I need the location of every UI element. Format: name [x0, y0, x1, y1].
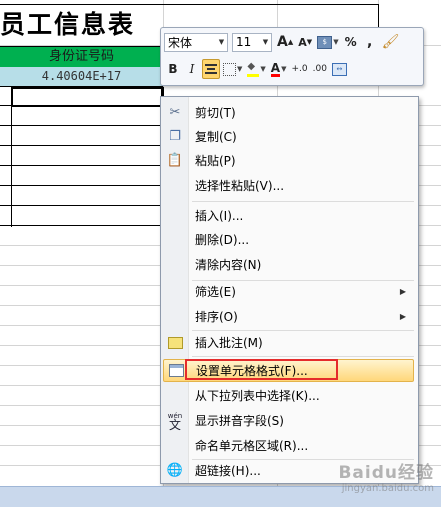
percent-icon: % [344, 35, 357, 49]
grow-font-icon: A [277, 34, 288, 50]
menu-item-insert-comment[interactable]: 插入批注(M) [163, 331, 414, 354]
menu-item-paste[interactable]: 📋 粘贴(P) [163, 149, 414, 172]
font-size-combo[interactable]: 11 ▼ [232, 32, 272, 52]
table-border [0, 225, 163, 226]
grow-font-button[interactable]: A ▲ [275, 32, 295, 52]
bold-button[interactable]: B [164, 59, 182, 79]
menu-item-label: 删除(D)... [195, 233, 250, 247]
percent-button[interactable]: % [342, 32, 360, 52]
paste-icon: 📋 [166, 153, 184, 168]
menu-item-insert[interactable]: 插入(I)... [163, 204, 414, 227]
fill-color-icon: ◆ [247, 61, 260, 77]
title-border [378, 4, 379, 28]
phonetic-icon: wén 文 [167, 411, 183, 432]
menu-item-label: 选择性粘贴(V)... [195, 179, 285, 193]
selected-cell[interactable] [11, 87, 163, 107]
copy-icon: ❐ [169, 129, 181, 144]
chevron-down-icon: ▼ [262, 38, 269, 46]
table-border [0, 145, 163, 146]
align-center-icon [205, 62, 217, 76]
menu-item-define-name[interactable]: 命名单元格区域(R)... [163, 434, 414, 457]
font-name-value: 宋体 [168, 35, 193, 50]
menu-item-delete[interactable]: 删除(D)... [163, 228, 414, 251]
submenu-arrow-icon: ▶ [399, 312, 406, 321]
menu-item-filter[interactable]: 筛选(E) ▶ [163, 280, 414, 303]
table-border [0, 165, 163, 166]
table-border [0, 125, 163, 126]
merge-center-icon: ↔ [331, 62, 347, 76]
menu-item-pick-from-list[interactable]: 从下拉列表中选择(K)... [163, 384, 414, 407]
menu-item-clear-contents[interactable]: 清除内容(N) [163, 253, 414, 276]
sheet-title[interactable]: 员工信息表 [0, 5, 160, 39]
menu-item-label: 粘贴(P) [195, 154, 236, 168]
shrink-font-button[interactable]: A ▼ [296, 32, 314, 52]
font-name-combo[interactable]: 宋体 ▼ [164, 32, 228, 52]
highlight-annotation-box [185, 359, 338, 380]
context-menu: ✂ 剪切(T) ❐ 复制(C) 📋 粘贴(P) 选择性粘贴(V)... 插入(I… [160, 96, 419, 484]
mini-toolbar: 宋体 ▼ 11 ▼ A ▲ A ▼ $ ▼ % , 🖌 B I ▼ ◆ ▼ A … [160, 27, 424, 86]
menu-item-label: 清除内容(N) [195, 258, 262, 272]
center-align-button[interactable] [202, 59, 220, 79]
id-number-value[interactable]: 4.40604E+17 [0, 67, 163, 87]
borders-icon [223, 62, 236, 76]
menu-item-label: 从下拉列表中选择(K)... [195, 389, 320, 403]
accounting-format-button[interactable]: $ ▼ [315, 32, 340, 52]
menu-item-label: 剪切(T) [195, 106, 236, 120]
comma-button[interactable]: , [361, 32, 379, 52]
menu-item-sort[interactable]: 排序(O) ▶ [163, 305, 414, 328]
comment-icon [163, 331, 187, 354]
decrease-decimal-button[interactable]: .00 [311, 59, 329, 79]
menu-separator [192, 356, 414, 357]
currency-icon: $ [317, 35, 333, 49]
font-color-icon: A [270, 60, 281, 77]
font-size-value: 11 [236, 35, 252, 49]
menu-item-label: 筛选(E) [195, 285, 236, 299]
menu-item-label: 显示拼音字段(S) [195, 414, 284, 428]
hyperlink-icon: 🌐 [166, 463, 184, 478]
italic-icon: I [189, 62, 195, 76]
borders-button[interactable]: ▼ [221, 59, 244, 79]
increase-decimal-icon: +.0 [291, 64, 308, 74]
menu-item-label: 命名单元格区域(R)... [195, 439, 309, 453]
italic-button[interactable]: I [183, 59, 201, 79]
menu-item-phonetic[interactable]: wén 文 显示拼音字段(S) [163, 409, 414, 432]
table-border [0, 185, 163, 186]
id-number-header[interactable]: 身份证号码 [0, 46, 163, 68]
watermark-url: jingyan.baidu.com [341, 483, 434, 494]
decrease-decimal-icon: .00 [312, 64, 327, 74]
format-painter-button[interactable]: 🖌 [380, 32, 402, 52]
menu-separator [192, 201, 414, 202]
menu-item-label: 插入批注(M) [195, 336, 263, 350]
scissors-icon: ✂ [169, 105, 181, 120]
menu-item-cut[interactable]: ✂ 剪切(T) [163, 101, 414, 124]
submenu-arrow-icon: ▶ [399, 287, 406, 296]
chevron-down-icon: ▼ [218, 38, 225, 46]
bold-icon: B [168, 62, 178, 76]
menu-item-label: 插入(I)... [195, 209, 244, 223]
font-color-button[interactable]: A ▼ [269, 59, 289, 79]
shrink-font-icon: A [298, 35, 307, 49]
format-painter-icon: 🖌 [381, 34, 400, 50]
menu-item-label: 超链接(H)... [195, 464, 261, 478]
menu-item-copy[interactable]: ❐ 复制(C) [163, 125, 414, 148]
watermark: Baidu经验 jingyan.baidu.com [314, 458, 434, 498]
table-border [0, 205, 163, 206]
menu-item-label: 复制(C) [195, 130, 237, 144]
merge-center-button[interactable]: ↔ [330, 59, 349, 79]
comma-icon: , [366, 34, 373, 50]
fill-color-button[interactable]: ◆ ▼ [245, 59, 267, 79]
menu-item-paste-special[interactable]: 选择性粘贴(V)... [163, 174, 414, 197]
watermark-brand: Baidu经验 [338, 463, 434, 483]
increase-decimal-button[interactable]: +.0 [289, 59, 309, 79]
menu-item-label: 排序(O) [195, 310, 238, 324]
table-border [11, 87, 12, 227]
